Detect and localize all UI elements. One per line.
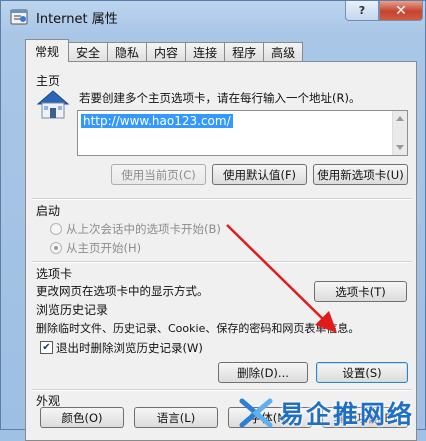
history-group-label: 浏览历史记录 <box>36 303 109 317</box>
use-default-button[interactable]: 使用默认值(F) <box>212 164 307 185</box>
help-button[interactable]: ? <box>345 1 379 21</box>
tabs-group-label: 选项卡 <box>36 267 73 281</box>
general-tab-panel: 主页 若要创建多个主页选项卡，请在每行输入一个地址(R)。 http://www… <box>25 61 417 441</box>
close-button[interactable]: ✕ <box>379 1 423 21</box>
home-url-textarea[interactable]: http://www.hao123.com/ <box>77 110 408 156</box>
watermark-text: 易企推网络 <box>279 400 415 429</box>
divider <box>32 389 412 391</box>
delete-history-button[interactable]: 删除(D)... <box>218 362 308 383</box>
checkmark-icon: ✔ <box>42 341 51 353</box>
history-settings-button[interactable]: 设置(S) <box>316 362 408 383</box>
tab-programs[interactable]: 程序 <box>224 42 265 62</box>
home-group-label: 主页 <box>36 74 61 88</box>
startup-group-label: 启动 <box>36 204 61 218</box>
watermark-logo-icon <box>239 398 273 428</box>
home-url-text: http://www.hao123.com/ <box>81 114 233 128</box>
use-new-tab-button[interactable]: 使用新选项卡(U) <box>313 164 408 185</box>
languages-button[interactable]: 语言(L) <box>134 407 218 428</box>
tab-advanced[interactable]: 高级 <box>263 42 304 62</box>
scroll-up-arrow-icon[interactable] <box>396 116 404 121</box>
tabs-settings-button[interactable]: 选项卡(T) <box>314 281 407 302</box>
tab-security[interactable]: 安全 <box>68 42 109 62</box>
tab-connections[interactable]: 连接 <box>185 42 226 62</box>
tabs-description: 更改网页在选项卡中的显示方式。 <box>36 284 209 298</box>
window-title: Internet 属性 <box>36 12 118 27</box>
delete-history-on-exit-checkbox[interactable]: ✔ <box>40 341 53 354</box>
tab-general[interactable]: 常规 <box>25 39 70 62</box>
scroll-down-arrow-icon[interactable] <box>396 145 404 150</box>
radio-last-session[interactable] <box>50 223 62 235</box>
divider <box>32 198 412 200</box>
history-description: 删除临时文件、历史记录、Cookie、保存的密码和网页表单信息。 <box>36 322 360 335</box>
internet-properties-window: Internet 属性 ? ✕ 常规 安全 隐私 内容 连接 程序 高级 主页 … <box>0 0 426 441</box>
radio-start-home-label: 从主页开始(H) <box>66 241 142 255</box>
use-current-page-button[interactable]: 使用当前页(C) <box>111 164 206 185</box>
delete-history-on-exit-label: 退出时删除浏览历史记录(W) <box>56 341 203 355</box>
divider <box>32 261 412 263</box>
dialog-client: 常规 安全 隐私 内容 连接 程序 高级 主页 若要创建多个主页选项卡，请在每行… <box>11 35 417 441</box>
tab-content[interactable]: 内容 <box>146 42 187 62</box>
home-house-icon <box>36 90 70 119</box>
home-description: 若要创建多个主页选项卡，请在每行输入一个地址(R)。 <box>79 91 361 105</box>
tab-privacy[interactable]: 隐私 <box>107 42 148 62</box>
home-url-scrollbar[interactable] <box>392 111 407 155</box>
radio-start-home[interactable] <box>50 242 62 254</box>
internet-options-icon <box>10 9 28 25</box>
radio-last-session-label: 从上次会话中的选项卡开始(B) <box>66 222 221 236</box>
colors-button[interactable]: 颜色(O) <box>40 407 124 428</box>
title-bar[interactable]: Internet 属性 ? ✕ <box>1 1 426 35</box>
tab-strip: 常规 安全 隐私 内容 连接 程序 高级 <box>25 39 304 62</box>
watermark: 易企推网络 <box>237 395 426 431</box>
